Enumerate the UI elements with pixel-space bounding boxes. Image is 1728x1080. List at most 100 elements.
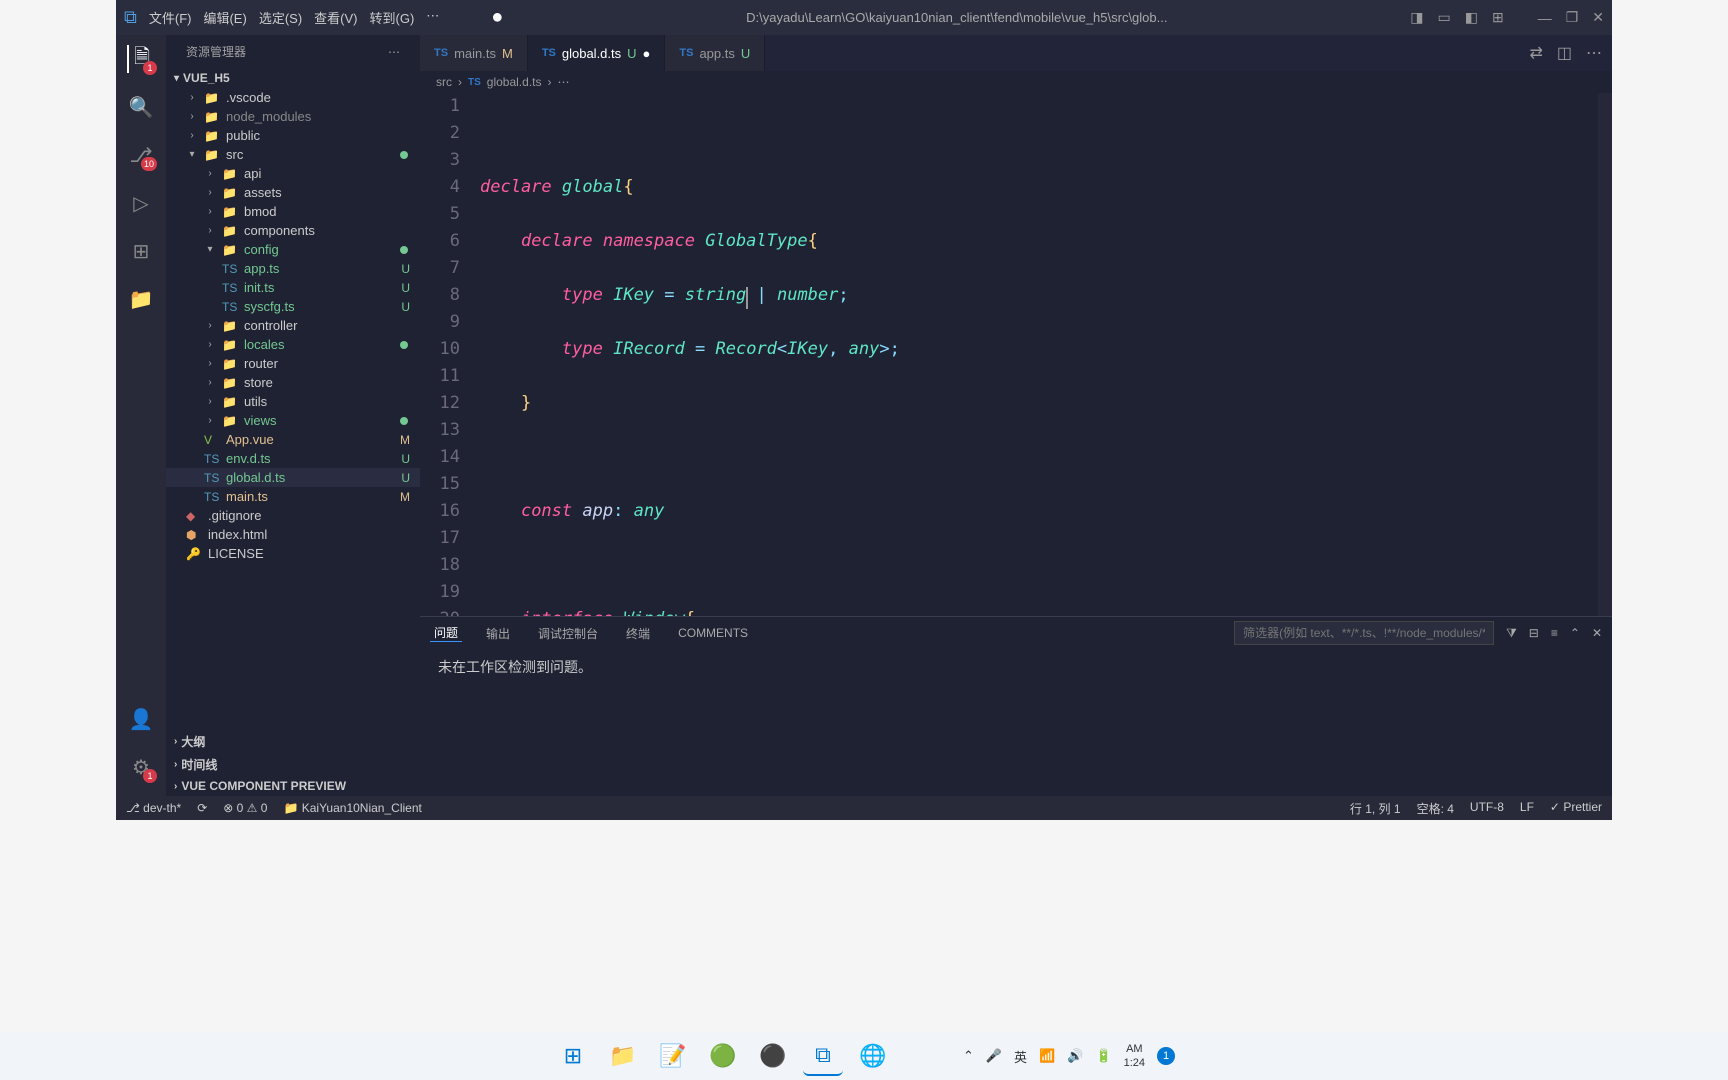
folder-vscode[interactable]: ›📁.vscode bbox=[166, 88, 420, 107]
sync-icon[interactable]: ⟳ bbox=[197, 801, 207, 815]
panel-tab-problems[interactable]: 问题 bbox=[430, 624, 462, 642]
file-license[interactable]: 🔑LICENSE bbox=[166, 544, 420, 563]
menu-view[interactable]: 查看(V) bbox=[314, 8, 357, 27]
search-icon[interactable]: 🔍 bbox=[127, 93, 155, 121]
folder-controller[interactable]: ›📁controller bbox=[166, 316, 420, 335]
panel-tab-output[interactable]: 输出 bbox=[482, 625, 514, 642]
section-vue-preview[interactable]: ›VUE COMPONENT PREVIEW bbox=[166, 776, 420, 796]
vscode-taskbar-icon[interactable]: ⧉ bbox=[803, 1036, 843, 1076]
tab-main-ts[interactable]: TSmain.tsM bbox=[420, 35, 528, 71]
chrome-icon[interactable]: 🌐 bbox=[853, 1036, 893, 1076]
folder-api[interactable]: ›📁api bbox=[166, 164, 420, 183]
account-icon[interactable]: 👤 bbox=[127, 705, 155, 733]
problems-filter-input[interactable] bbox=[1234, 621, 1494, 645]
editor-tabs: TSmain.tsM TSglobal.d.tsU● TSapp.tsU ⇄ ◫… bbox=[420, 35, 1612, 71]
collapse-all-icon[interactable]: ⊟ bbox=[1529, 626, 1539, 640]
layout-customize-icon[interactable]: ⊞ bbox=[1492, 9, 1504, 26]
app-icon-1[interactable]: 📝 bbox=[653, 1036, 693, 1076]
folder-icon[interactable]: 📁 bbox=[127, 285, 155, 313]
folder-assets[interactable]: ›📁assets bbox=[166, 183, 420, 202]
folder-components[interactable]: ›📁components bbox=[166, 221, 420, 240]
close-panel-icon[interactable]: ✕ bbox=[1592, 626, 1602, 640]
tray-battery-icon[interactable]: 🔋 bbox=[1095, 1048, 1111, 1064]
start-button[interactable]: ⊞ bbox=[553, 1036, 593, 1076]
app-icon-3[interactable]: ⚫ bbox=[753, 1036, 793, 1076]
menu-go[interactable]: 转到(G) bbox=[370, 8, 415, 27]
menu-edit[interactable]: 编辑(E) bbox=[203, 8, 246, 27]
folder-locales[interactable]: ›📁locales bbox=[166, 335, 420, 354]
layout-toggle-left-icon[interactable]: ◨ bbox=[1410, 9, 1423, 26]
file-main-ts[interactable]: TSmain.tsM bbox=[166, 487, 420, 506]
project-root[interactable]: ▾VUE_H5 bbox=[166, 68, 420, 88]
file-app-ts[interactable]: TSapp.tsU bbox=[166, 259, 420, 278]
more-actions-icon[interactable]: ⋯ bbox=[1586, 43, 1602, 63]
layout-toggle-bottom-icon[interactable]: ▭ bbox=[1438, 9, 1451, 26]
folder-views[interactable]: ›📁views bbox=[166, 411, 420, 430]
status-eol[interactable]: LF bbox=[1520, 800, 1534, 817]
app-icon-2[interactable]: 🟢 bbox=[703, 1036, 743, 1076]
folder-utils[interactable]: ›📁utils bbox=[166, 392, 420, 411]
layout-toggle-right-icon[interactable]: ◧ bbox=[1465, 9, 1478, 26]
code-editor[interactable]: 1234567891011121314151617181920 declare … bbox=[420, 93, 1612, 616]
explorer-icon[interactable]: 🗎1 bbox=[127, 45, 155, 73]
vscode-logo-icon: ⧉ bbox=[124, 7, 137, 28]
folder-node-modules[interactable]: ›📁node_modules bbox=[166, 107, 420, 126]
status-spaces[interactable]: 空格: 4 bbox=[1417, 800, 1454, 817]
file-init-ts[interactable]: TSinit.tsU bbox=[166, 278, 420, 297]
windows-taskbar: ⊞ 📁 📝 🟢 ⚫ ⧉ 🌐 ⌃ 🎤 英 📶 🔊 🔋 AM1:24 1 bbox=[0, 1032, 1728, 1080]
menu-file[interactable]: 文件(F) bbox=[149, 8, 192, 27]
close-button[interactable]: ✕ bbox=[1592, 9, 1604, 26]
panel-tab-debug-console[interactable]: 调试控制台 bbox=[534, 625, 602, 642]
status-prettier[interactable]: ✓ Prettier bbox=[1550, 800, 1602, 817]
diff-icon[interactable]: ⇄ bbox=[1529, 43, 1542, 63]
status-project[interactable]: 📁 KaiYuan10Nian_Client bbox=[283, 801, 421, 815]
panel-tab-terminal[interactable]: 终端 bbox=[622, 625, 654, 642]
filter-icon[interactable]: ⧩ bbox=[1506, 626, 1517, 641]
status-encoding[interactable]: UTF-8 bbox=[1470, 800, 1504, 817]
problems-message: 未在工作区检测到问题。 bbox=[420, 649, 1612, 796]
folder-public[interactable]: ›📁public bbox=[166, 126, 420, 145]
notification-badge[interactable]: 1 bbox=[1157, 1047, 1175, 1065]
tray-ime-icon[interactable]: 英 bbox=[1014, 1047, 1027, 1066]
folder-router[interactable]: ›📁router bbox=[166, 354, 420, 373]
tray-expand-icon[interactable]: ⌃ bbox=[963, 1048, 974, 1064]
file-gitignore[interactable]: ◆.gitignore bbox=[166, 506, 420, 525]
tray-wifi-icon[interactable]: 📶 bbox=[1039, 1048, 1055, 1064]
section-outline[interactable]: ›大纲 bbox=[166, 730, 420, 753]
breadcrumbs[interactable]: src› TSglobal.d.ts› ⋯ bbox=[420, 71, 1612, 93]
tray-volume-icon[interactable]: 🔊 bbox=[1067, 1048, 1083, 1064]
minimize-button[interactable]: — bbox=[1538, 10, 1552, 26]
maximize-panel-icon[interactable]: ⌃ bbox=[1570, 626, 1580, 640]
menu-bar: 文件(F) 编辑(E) 选定(S) 查看(V) 转到(G) ⋯ bbox=[149, 8, 439, 27]
tray-clock[interactable]: AM1:24 bbox=[1124, 1042, 1145, 1070]
folder-bmod[interactable]: ›📁bmod bbox=[166, 202, 420, 221]
extensions-icon[interactable]: ⊞ bbox=[127, 237, 155, 265]
file-explorer-icon[interactable]: 📁 bbox=[603, 1036, 643, 1076]
folder-store[interactable]: ›📁store bbox=[166, 373, 420, 392]
view-as-list-icon[interactable]: ≡ bbox=[1551, 626, 1558, 640]
file-global-d-ts[interactable]: TSglobal.d.tsU bbox=[166, 468, 420, 487]
split-editor-icon[interactable]: ◫ bbox=[1557, 43, 1572, 63]
git-branch[interactable]: ⎇ dev-th* bbox=[126, 801, 181, 815]
tab-global-d-ts[interactable]: TSglobal.d.tsU● bbox=[528, 35, 666, 71]
file-env-d-ts[interactable]: TSenv.d.tsU bbox=[166, 449, 420, 468]
menu-more[interactable]: ⋯ bbox=[426, 8, 439, 27]
maximize-button[interactable]: ❐ bbox=[1566, 9, 1579, 26]
sidebar-more-icon[interactable]: ⋯ bbox=[388, 45, 400, 59]
tray-mic-icon[interactable]: 🎤 bbox=[986, 1048, 1002, 1064]
file-index-html[interactable]: ⬢index.html bbox=[166, 525, 420, 544]
section-timeline[interactable]: ›时间线 bbox=[166, 753, 420, 776]
folder-config[interactable]: ▾📁config bbox=[166, 240, 420, 259]
folder-src[interactable]: ▾📁src bbox=[166, 145, 420, 164]
settings-gear-icon[interactable]: ⚙1 bbox=[127, 753, 155, 781]
code-content[interactable]: declare global{ declare namespace Global… bbox=[480, 93, 1612, 616]
file-syscfg-ts[interactable]: TSsyscfg.tsU bbox=[166, 297, 420, 316]
panel-tab-comments[interactable]: COMMENTS bbox=[674, 626, 752, 640]
menu-select[interactable]: 选定(S) bbox=[259, 8, 302, 27]
tab-app-ts[interactable]: TSapp.tsU bbox=[665, 35, 765, 71]
debug-icon[interactable]: ▷ bbox=[127, 189, 155, 217]
status-errors[interactable]: ⊗ 0 ⚠ 0 bbox=[223, 801, 267, 815]
file-app-vue[interactable]: VApp.vueM bbox=[166, 430, 420, 449]
status-ln-col[interactable]: 行 1, 列 1 bbox=[1350, 800, 1401, 817]
scm-icon[interactable]: ⎇10 bbox=[127, 141, 155, 169]
